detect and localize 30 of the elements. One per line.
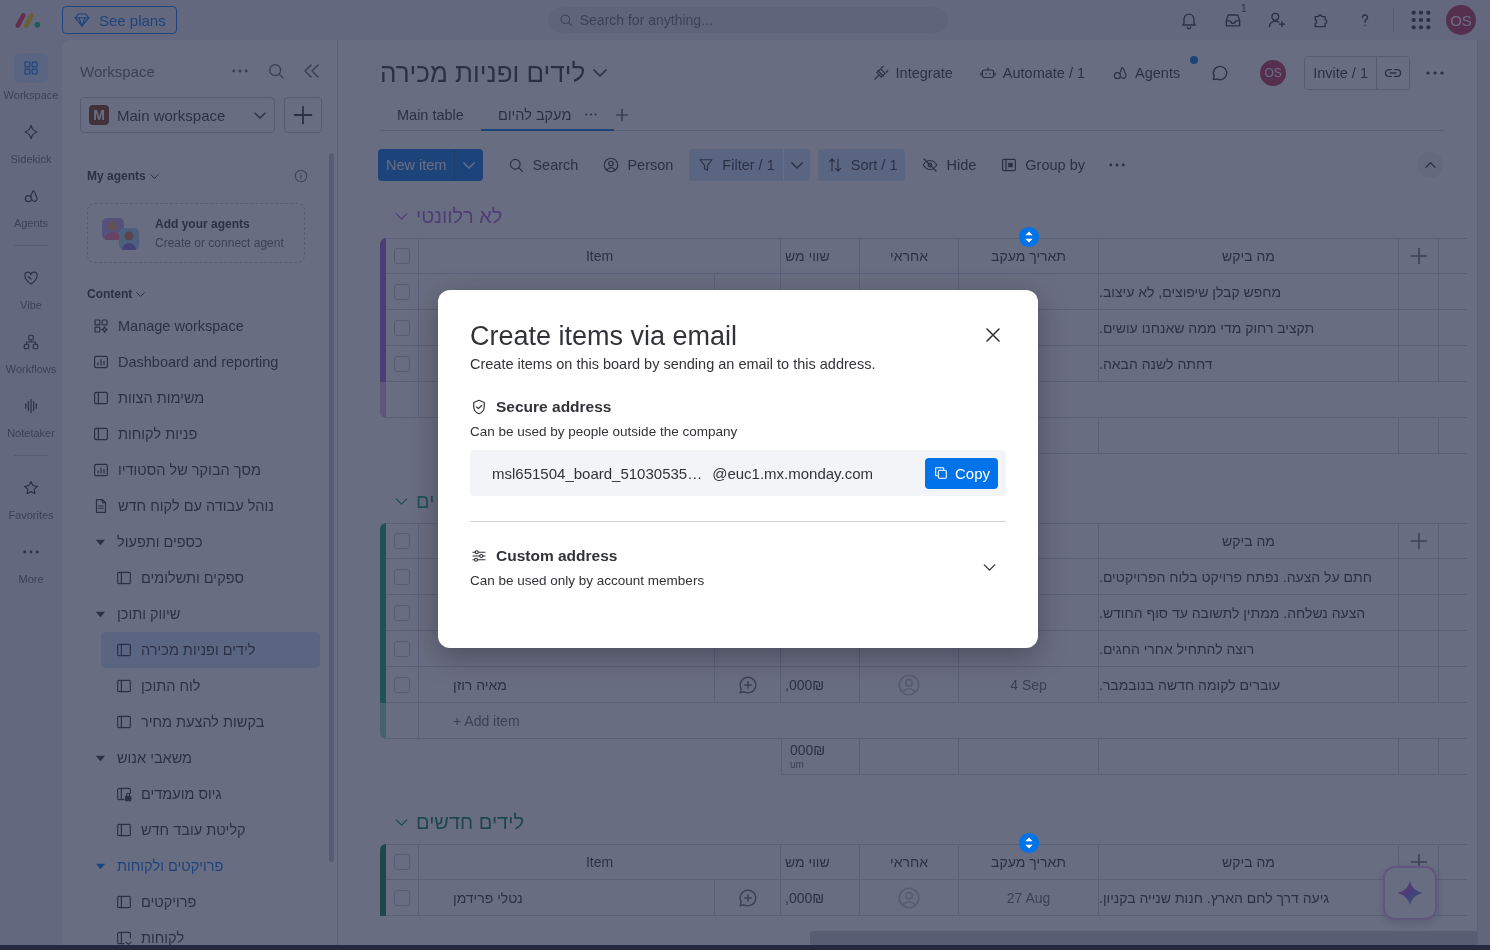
section-title: Secure address	[496, 398, 612, 416]
sort-indicator-icon[interactable]	[1018, 226, 1040, 248]
section-description: Can be used by people outside the company	[470, 424, 739, 439]
column-title: Item	[585, 248, 614, 264]
dialog-title: Create items via email	[470, 320, 738, 352]
column-title: שווי מש	[785, 248, 830, 264]
column-title: שווי מש	[785, 854, 830, 870]
column-title: אחראי	[890, 248, 928, 264]
column-title: אחראי	[890, 854, 928, 870]
column-title: תאריך מעקב	[991, 854, 1066, 870]
group-title[interactable]: לידים חדשים	[416, 810, 524, 834]
close-icon	[986, 328, 1000, 342]
section-description: Can be used only by account members	[470, 573, 705, 588]
column-title: מה ביקש	[1222, 854, 1275, 870]
board-title: לידים ופניות מכירה	[380, 57, 586, 89]
section-title: Custom address	[496, 547, 618, 565]
sort-indicator-icon[interactable]	[1018, 832, 1040, 854]
shield-icon	[470, 398, 488, 416]
copy-button[interactable]: Copy	[924, 457, 998, 489]
column-title: תאריך מעקב	[991, 248, 1066, 264]
dialog-subtitle: Create items on this board by sending an email to this address.	[470, 356, 877, 372]
column-title: Item	[585, 854, 614, 870]
email-address-field[interactable]: msl651504_board_51030535… @euc1.mx.monday.com Copy	[470, 450, 1006, 496]
view-tab[interactable]: Main table	[380, 100, 481, 131]
sum-value: 000₪	[790, 743, 826, 759]
copy-icon	[932, 465, 949, 481]
chevron-down-icon	[983, 564, 996, 571]
sliders-icon	[470, 547, 488, 565]
column-title: מה ביקש	[1222, 533, 1275, 549]
column-title: מה ביקש	[1222, 248, 1275, 264]
